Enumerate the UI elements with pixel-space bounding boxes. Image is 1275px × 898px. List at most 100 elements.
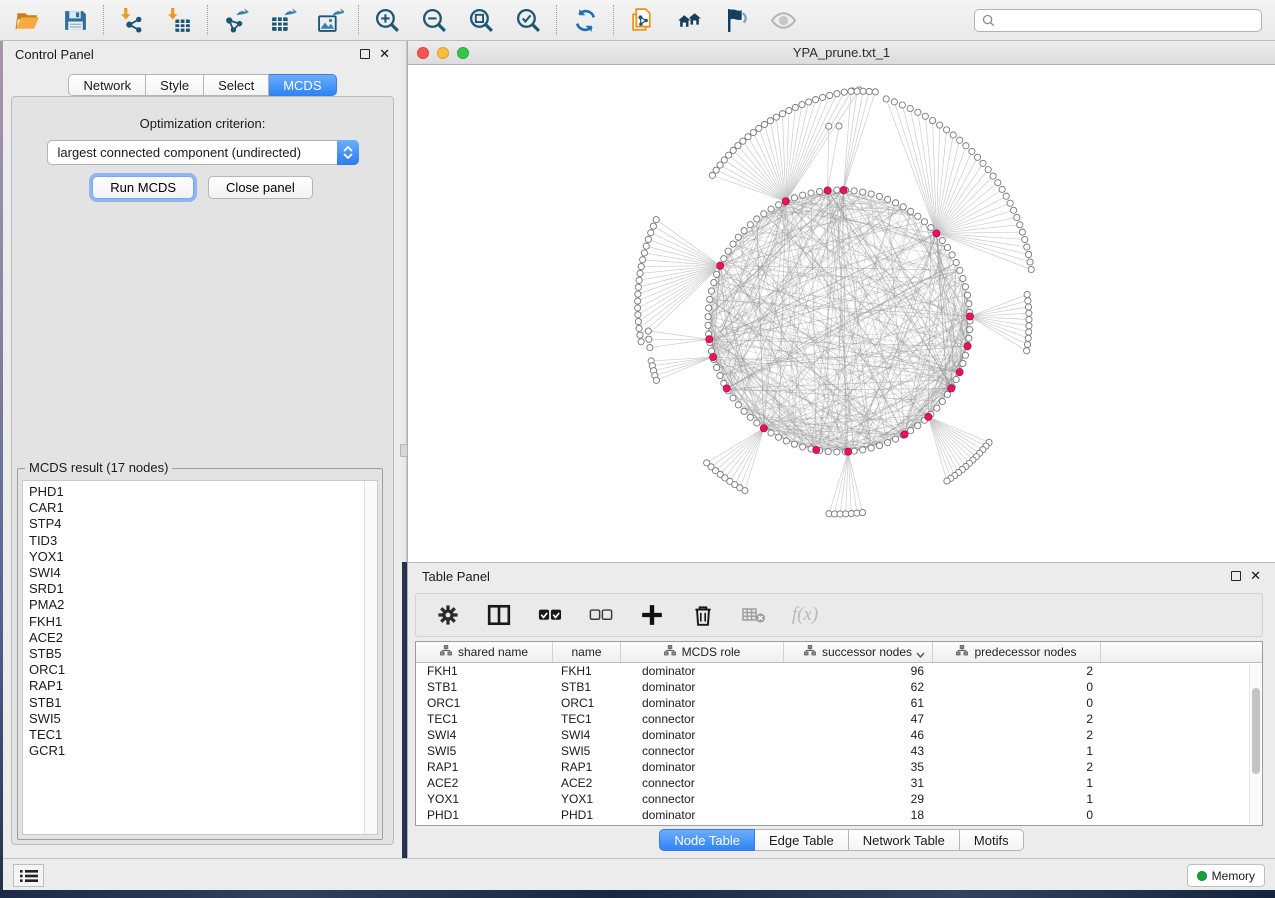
column-type-icon bbox=[664, 645, 676, 659]
network-canvas[interactable] bbox=[408, 65, 1275, 562]
control-panel-header: Control Panel ✕ bbox=[3, 41, 402, 67]
node-table[interactable]: shared namenameMCDS rolesuccessor nodesp… bbox=[415, 641, 1263, 826]
task-history-button[interactable] bbox=[13, 864, 44, 887]
close-panel-button[interactable]: Close panel bbox=[208, 176, 313, 199]
new-network-from-selection-icon[interactable] bbox=[627, 5, 657, 35]
sort-desc-icon bbox=[916, 647, 925, 661]
mcds-result-item[interactable]: STB1 bbox=[29, 695, 377, 711]
table-row[interactable]: STB1STB1dominator620 bbox=[416, 679, 1262, 695]
deselect-all-icon[interactable] bbox=[589, 603, 613, 627]
tab-network-table[interactable]: Network Table bbox=[849, 829, 960, 851]
delete-columns-icon[interactable] bbox=[691, 603, 715, 627]
table-row[interactable]: RAP1RAP1dominator352 bbox=[416, 759, 1262, 775]
mcds-result-item[interactable]: PHD1 bbox=[29, 484, 377, 500]
cell: PHD1 bbox=[416, 808, 553, 822]
open-file-icon[interactable] bbox=[13, 5, 43, 35]
toolbar-separator bbox=[613, 5, 614, 35]
mcds-result-item[interactable]: TID3 bbox=[29, 533, 377, 549]
memory-label: Memory bbox=[1212, 869, 1255, 883]
close-table-panel-icon[interactable]: ✕ bbox=[1250, 571, 1261, 581]
mcds-result-item[interactable]: CAR1 bbox=[29, 500, 377, 516]
mcds-result-item[interactable]: STP4 bbox=[29, 516, 377, 532]
cell: dominator bbox=[621, 760, 784, 774]
cell: STB1 bbox=[553, 680, 621, 694]
run-mcds-button[interactable]: Run MCDS bbox=[92, 176, 194, 199]
close-panel-icon[interactable]: ✕ bbox=[379, 49, 390, 59]
mcds-result-item[interactable]: SWI5 bbox=[29, 711, 377, 727]
tab-edge-table[interactable]: Edge Table bbox=[755, 829, 849, 851]
table-row[interactable]: ACE2ACE2connector311 bbox=[416, 775, 1262, 791]
optimization-criterion-select[interactable]: largest connected component (undirected) bbox=[47, 140, 359, 165]
mcds-result-item[interactable]: RAP1 bbox=[29, 678, 377, 694]
control-panel-title: Control Panel bbox=[15, 47, 94, 62]
select-all-icon[interactable] bbox=[538, 603, 562, 627]
cell: connector bbox=[621, 776, 784, 790]
mcds-result-scrollbar[interactable] bbox=[364, 481, 377, 834]
save-icon[interactable] bbox=[60, 5, 90, 35]
table-options-icon[interactable] bbox=[436, 603, 460, 627]
column-header-successor-nodes[interactable]: successor nodes bbox=[784, 642, 933, 662]
zoom-fit-icon[interactable] bbox=[466, 5, 496, 35]
apply-layout-icon[interactable] bbox=[570, 5, 600, 35]
import-network-icon[interactable] bbox=[117, 5, 147, 35]
column-header-shared-name[interactable]: shared name bbox=[416, 642, 553, 662]
mcds-result-item[interactable]: STB5 bbox=[29, 646, 377, 662]
mcds-result-item[interactable]: SRD1 bbox=[29, 581, 377, 597]
first-neighbors-icon[interactable] bbox=[674, 5, 704, 35]
table-scrollbar[interactable] bbox=[1249, 664, 1261, 824]
cell: SWI4 bbox=[553, 728, 621, 742]
mcds-result-item[interactable]: FKH1 bbox=[29, 614, 377, 630]
mcds-result-item[interactable]: PMA2 bbox=[29, 597, 377, 613]
mcds-result-item[interactable]: ORC1 bbox=[29, 662, 377, 678]
tab-select[interactable]: Select bbox=[204, 74, 269, 96]
table-row[interactable]: PHD1PHD1dominator180 bbox=[416, 807, 1262, 823]
mcds-result-item[interactable]: ACE2 bbox=[29, 630, 377, 646]
tab-motifs[interactable]: Motifs bbox=[960, 829, 1024, 851]
column-header-predecessor-nodes[interactable]: predecessor nodes bbox=[933, 642, 1101, 662]
mcds-result-item[interactable]: YOX1 bbox=[29, 549, 377, 565]
mcds-result-item[interactable]: GCR1 bbox=[29, 743, 377, 759]
table-row[interactable]: ORC1ORC1dominator610 bbox=[416, 695, 1262, 711]
tab-network[interactable]: Network bbox=[68, 74, 146, 96]
mcds-result-list[interactable]: PHD1CAR1STP4TID3YOX1SWI4SRD1PMA2FKH1ACE2… bbox=[22, 480, 378, 835]
mcds-result-item[interactable]: SWI4 bbox=[29, 565, 377, 581]
export-table-icon[interactable] bbox=[268, 5, 298, 35]
cell: RAP1 bbox=[553, 760, 621, 774]
tab-node-table[interactable]: Node Table bbox=[659, 829, 755, 851]
tab-mcds[interactable]: MCDS bbox=[269, 74, 336, 96]
zoom-selected-icon[interactable] bbox=[513, 5, 543, 35]
status-bar: Memory bbox=[3, 858, 1275, 890]
column-header-name[interactable]: name bbox=[553, 642, 621, 662]
table-row[interactable]: TEC1TEC1connector472 bbox=[416, 711, 1262, 727]
hide-selected-icon[interactable] bbox=[721, 5, 751, 35]
table-row[interactable]: FKH1FKH1dominator962 bbox=[416, 663, 1262, 679]
show-hide-columns-icon[interactable] bbox=[487, 603, 511, 627]
cell: 29 bbox=[784, 792, 933, 806]
column-type-icon bbox=[956, 645, 968, 659]
cell: 61 bbox=[784, 696, 933, 710]
column-header-MCDS-role[interactable]: MCDS role bbox=[621, 642, 784, 662]
search-input[interactable] bbox=[1000, 13, 1254, 27]
table-row[interactable]: SWI4SWI4dominator462 bbox=[416, 727, 1262, 743]
memory-button[interactable]: Memory bbox=[1187, 864, 1265, 887]
show-all-icon[interactable] bbox=[768, 5, 798, 35]
float-panel-icon[interactable] bbox=[360, 49, 370, 59]
cell: SWI5 bbox=[416, 744, 553, 758]
table-scrollbar-thumb[interactable] bbox=[1252, 688, 1260, 774]
cell: TEC1 bbox=[416, 712, 553, 726]
table-row[interactable]: SWI5SWI5connector431 bbox=[416, 743, 1262, 759]
cell: dominator bbox=[621, 664, 784, 678]
export-image-icon[interactable] bbox=[315, 5, 345, 35]
table-panel-header: Table Panel ✕ bbox=[408, 563, 1275, 589]
export-network-icon[interactable] bbox=[221, 5, 251, 35]
float-table-panel-icon[interactable] bbox=[1231, 571, 1241, 581]
cell: 2 bbox=[933, 712, 1101, 726]
zoom-out-icon[interactable] bbox=[419, 5, 449, 35]
search-box[interactable] bbox=[974, 9, 1262, 32]
zoom-in-icon[interactable] bbox=[372, 5, 402, 35]
mcds-result-item[interactable]: TEC1 bbox=[29, 727, 377, 743]
import-table-icon[interactable] bbox=[164, 5, 194, 35]
new-column-icon[interactable] bbox=[640, 603, 664, 627]
tab-style[interactable]: Style bbox=[146, 74, 204, 96]
table-row[interactable]: YOX1YOX1connector291 bbox=[416, 791, 1262, 807]
